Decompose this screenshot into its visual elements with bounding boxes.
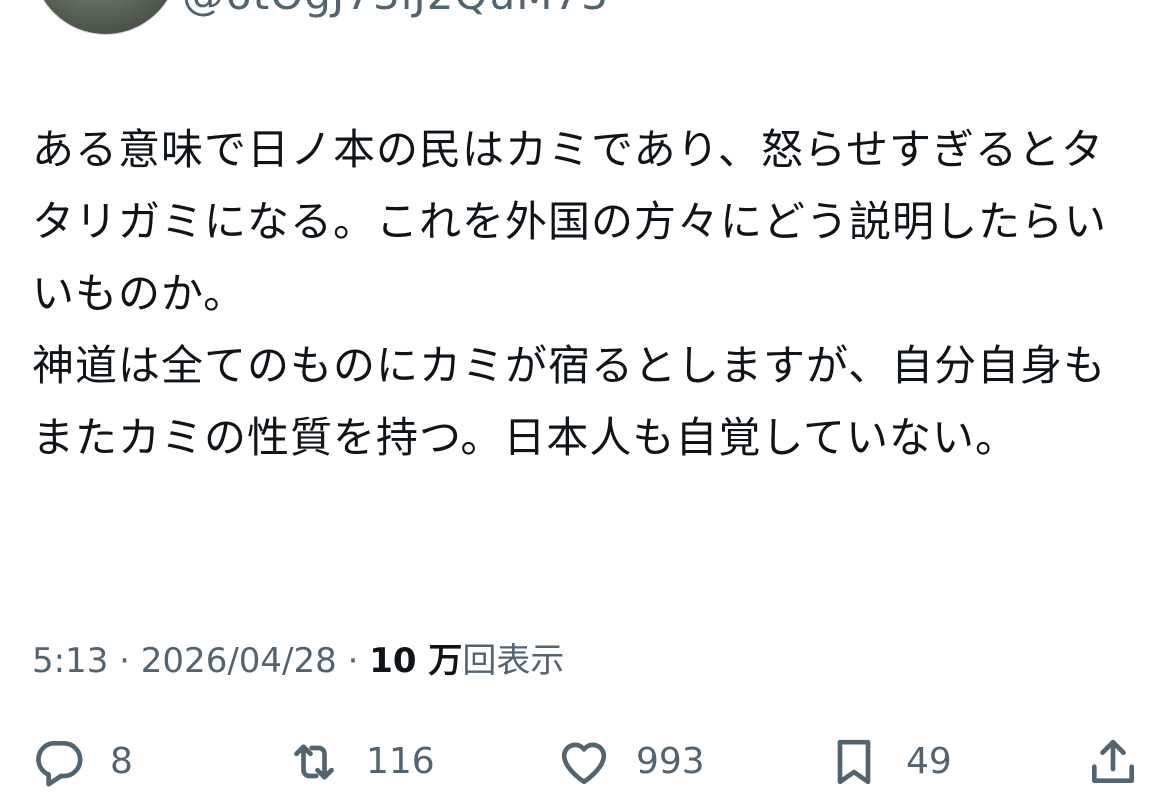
retweet-icon — [286, 734, 342, 790]
bookmark-count: 49 — [906, 741, 952, 782]
share-icon — [1085, 734, 1141, 790]
tweet-text: ある意味で日ノ本の民はカミであり、怒らせすぎるとタタリガミになる。これを外国の方… — [32, 125, 1108, 462]
author-handle[interactable]: @6tOgJ73iJ2QuM73 — [182, 0, 609, 16]
heart-icon — [556, 734, 612, 790]
bookmark-icon — [826, 734, 882, 790]
meta-separator: · — [108, 641, 141, 681]
views-label: 回表示 — [462, 641, 565, 681]
views-count[interactable]: 10 万 — [369, 641, 462, 681]
retweet-count: 116 — [366, 741, 435, 782]
like-button[interactable]: 993 — [556, 730, 705, 794]
reply-icon — [30, 734, 86, 790]
retweet-button[interactable]: 116 — [286, 730, 435, 794]
tweet-meta: 5:13 · 2026/04/28 · 10 万回表示 — [32, 638, 564, 684]
like-count: 993 — [636, 741, 705, 782]
meta-separator: · — [336, 641, 370, 681]
share-button[interactable] — [1085, 730, 1141, 794]
action-bar: 8 116 993 49 — [0, 730, 1170, 794]
tweet-time[interactable]: 5:13 — [32, 641, 108, 681]
avatar[interactable] — [32, 0, 179, 35]
tweet-date[interactable]: 2026/04/28 — [141, 641, 337, 681]
reply-count: 8 — [110, 741, 133, 782]
reply-button[interactable]: 8 — [30, 730, 133, 794]
bookmark-button[interactable]: 49 — [826, 730, 952, 794]
